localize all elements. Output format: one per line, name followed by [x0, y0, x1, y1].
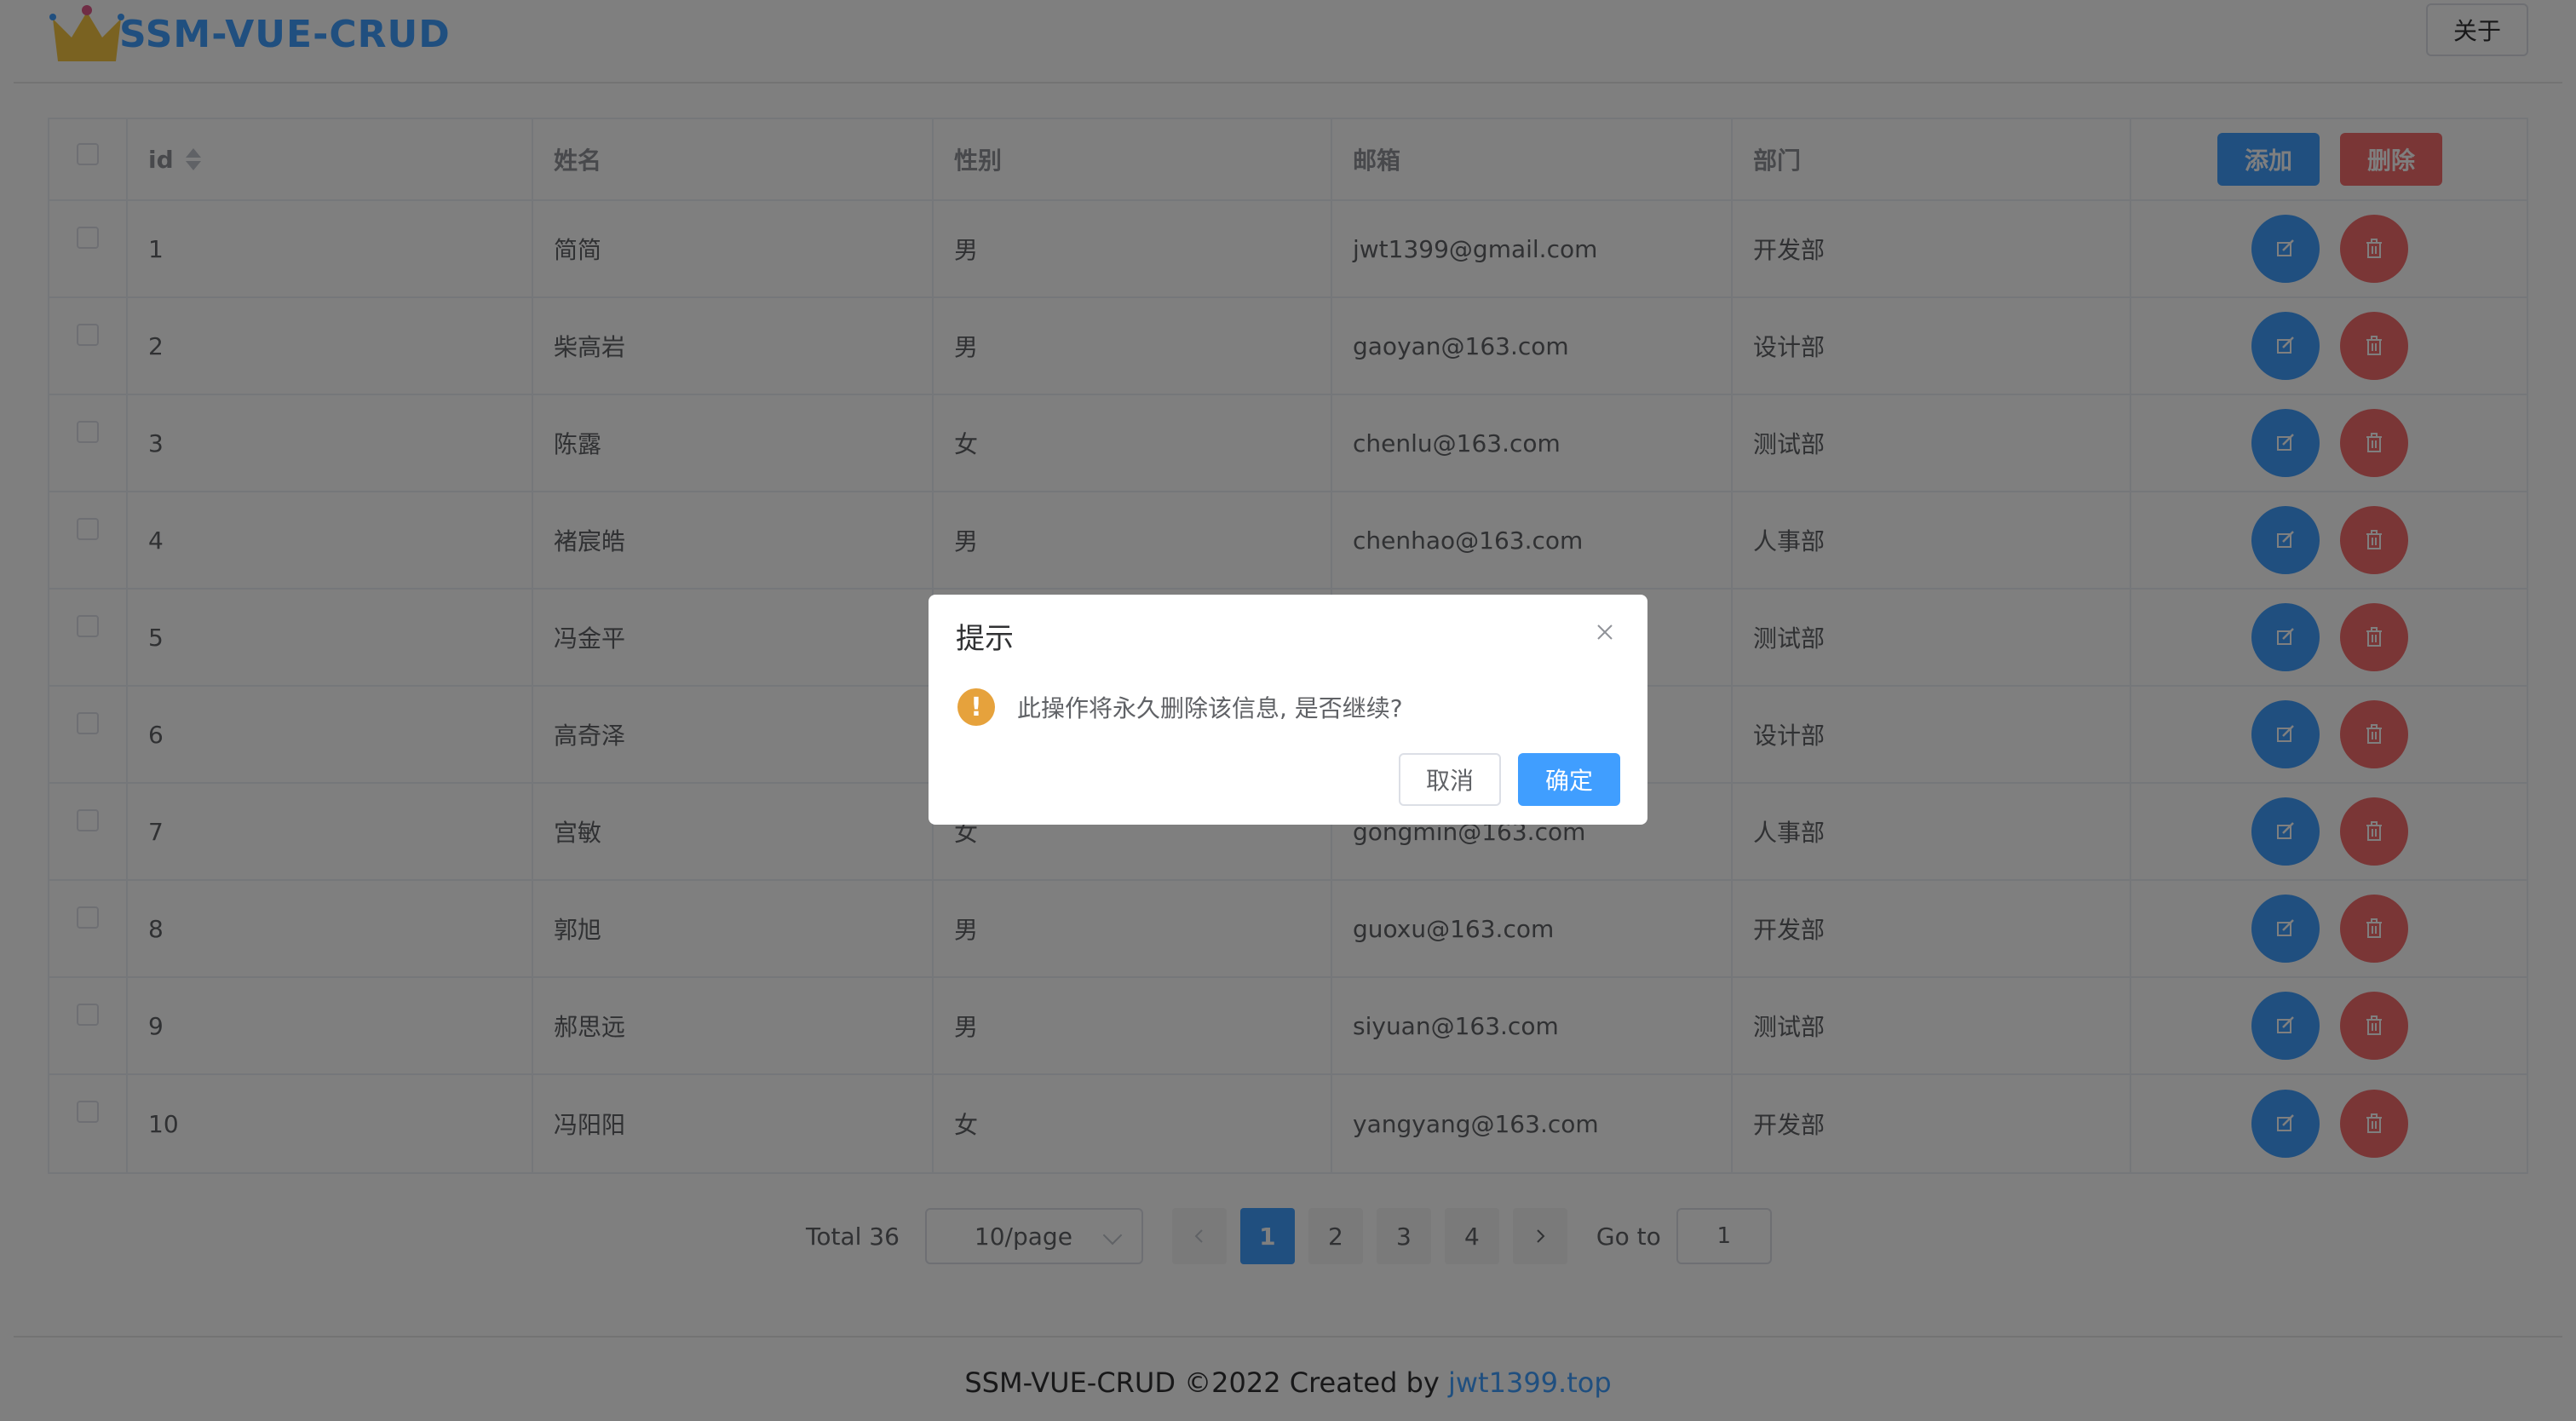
app: SSM-VUE-CRUD 关于 id 姓名 性别 邮箱 部门 添加 删除 1简简… — [0, 0, 2576, 1421]
dialog-title: 提示 — [956, 622, 1014, 656]
confirm-dialog: 提示 ! 此操作将永久删除该信息, 是否继续? 取消 确定 — [929, 595, 1647, 825]
close-icon[interactable] — [1593, 620, 1617, 644]
confirm-button[interactable]: 确定 — [1518, 753, 1620, 806]
cancel-button[interactable]: 取消 — [1399, 753, 1501, 806]
warning-icon: ! — [957, 688, 995, 726]
dialog-message: 此操作将永久删除该信息, 是否继续? — [1017, 694, 1403, 722]
